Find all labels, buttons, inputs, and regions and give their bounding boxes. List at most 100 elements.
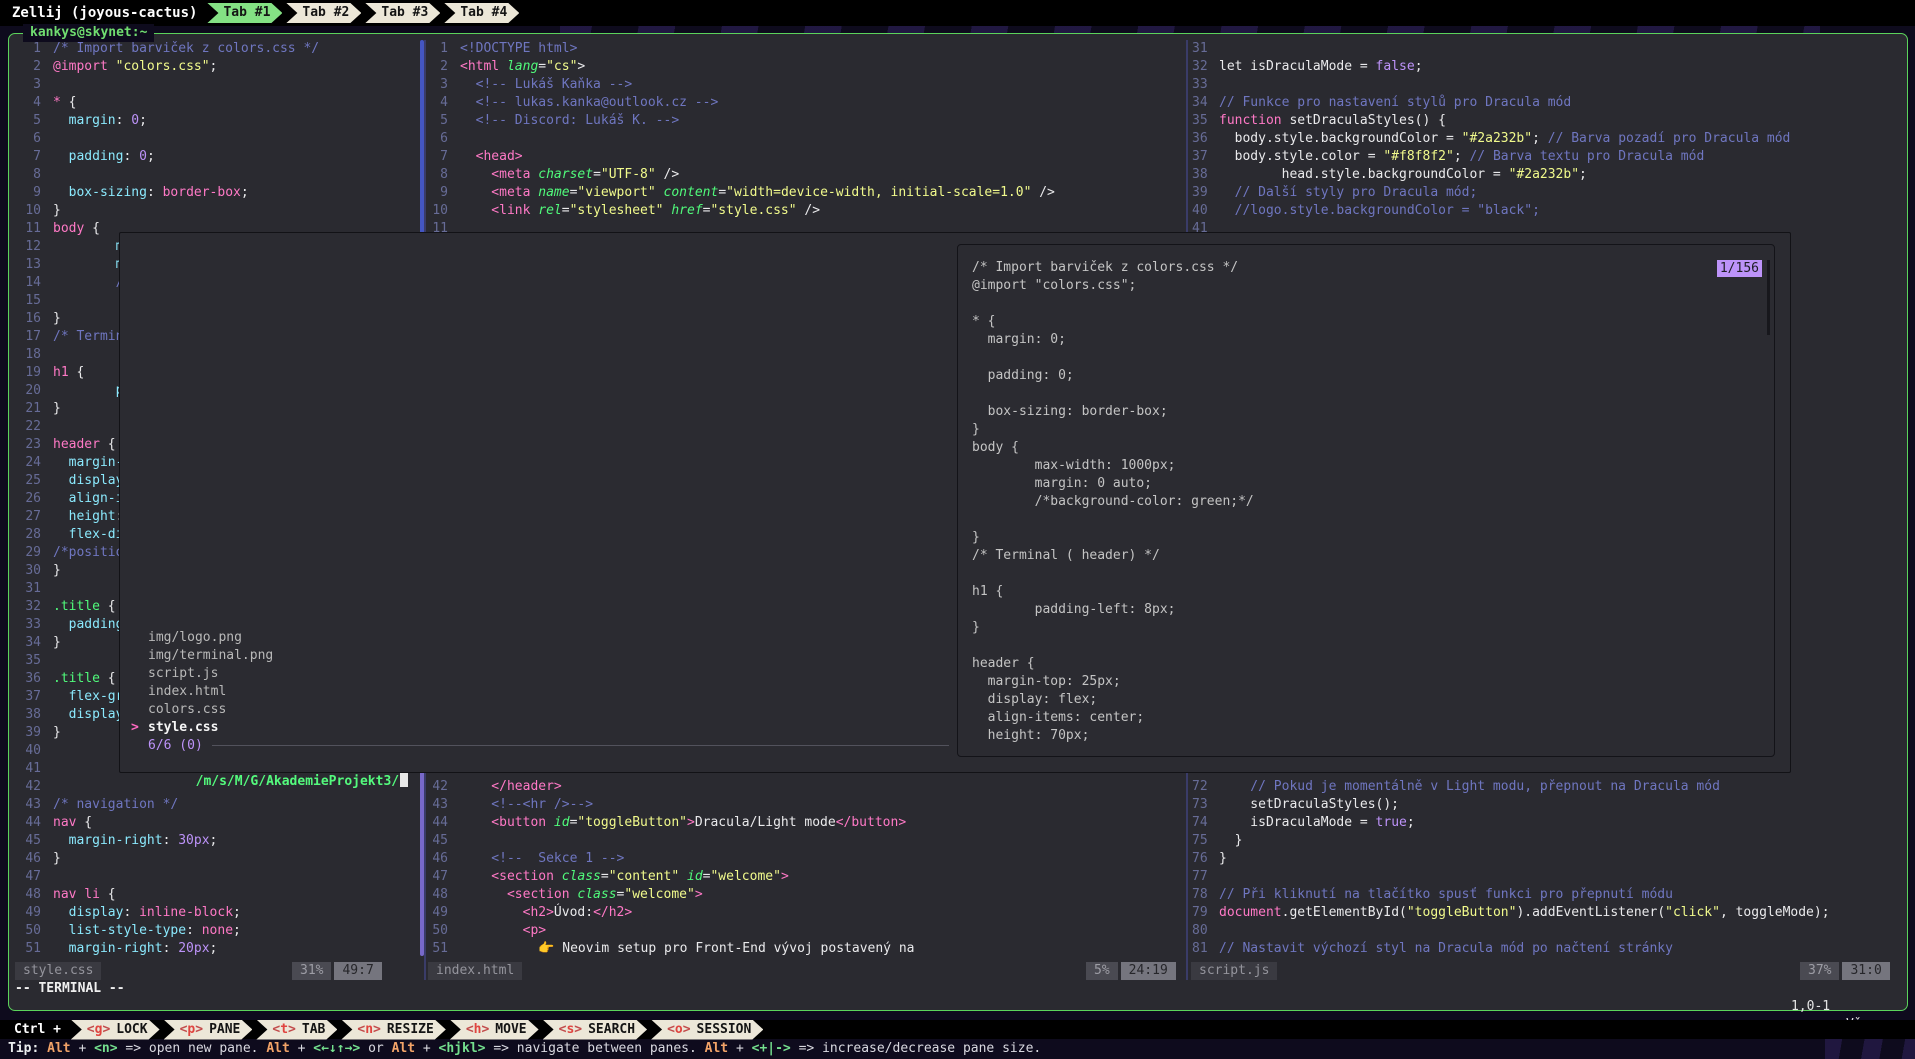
- code-line: 77: [1192, 868, 1904, 886]
- code-line: 8: [11, 166, 424, 184]
- preview-line: header {: [972, 655, 1254, 673]
- scroll-percent: 31%: [292, 962, 331, 980]
- line-number: 38: [1192, 166, 1207, 184]
- line-number: 34: [1192, 94, 1207, 112]
- code-line: 3: [11, 76, 424, 94]
- scrollbar-thumb[interactable]: [420, 40, 424, 240]
- line-number: 37: [1192, 148, 1207, 166]
- line-number: 4: [430, 94, 448, 112]
- line-number: 42: [430, 778, 448, 796]
- tab-tab-1[interactable]: Tab #1: [207, 3, 282, 23]
- code-line: 75 }: [1192, 832, 1904, 850]
- line-number: 43: [11, 796, 41, 814]
- line-number: 33: [1192, 76, 1207, 94]
- cursor-position: 49:7: [334, 962, 381, 980]
- statusline-filename: script.js: [1191, 962, 1277, 980]
- text-cursor: [400, 773, 408, 787]
- line-number: 31: [11, 580, 41, 598]
- code-line: 42 </header>: [430, 778, 1184, 796]
- code-line: 35function setDraculaStyles() {: [1192, 112, 1904, 130]
- line-number: 5: [430, 112, 448, 130]
- code-line: 32let isDraculaMode = false;: [1192, 58, 1904, 76]
- line-number: 51: [430, 940, 448, 958]
- list-item[interactable]: script.js: [120, 665, 940, 683]
- code-line: 81// Nastavit výchozí styl na Dracula mó…: [1192, 940, 1904, 958]
- line-number: 80: [1192, 922, 1207, 940]
- line-number: 29: [11, 544, 41, 562]
- code-line: 45 margin-right: 30px;: [11, 832, 424, 850]
- line-number: 6: [11, 130, 41, 148]
- preview-line: margin-top: 25px;: [972, 673, 1254, 691]
- list-item[interactable]: colors.css: [120, 701, 940, 719]
- code-line: 44nav {: [11, 814, 424, 832]
- list-item[interactable]: img/logo.png: [120, 629, 940, 647]
- code-line: 50 <p>: [430, 922, 1184, 940]
- fzf-match-counter: 6/6 (0): [148, 737, 203, 755]
- line-number: 73: [1192, 796, 1207, 814]
- preview-line: max-width: 1000px;: [972, 457, 1254, 475]
- code-line: 76}: [1192, 850, 1904, 868]
- tab-bar: Zellij (joyous-cactus) Tab #1Tab #2Tab #…: [0, 0, 1915, 26]
- line-number: 9: [430, 184, 448, 202]
- code-line: 74 isDraculaMode = true;: [1192, 814, 1904, 832]
- line-number: 75: [1192, 832, 1207, 850]
- code-line: 78// Při kliknutí na tlačítko spusť funk…: [1192, 886, 1904, 904]
- scroll-percent: 37%: [1800, 962, 1839, 980]
- code-line: 47 <section class="content" id="welcome"…: [430, 868, 1184, 886]
- fzf-prompt-input[interactable]: /m/s/M/G/AkademieProjekt3/: [133, 755, 408, 773]
- line-number: 47: [430, 868, 448, 886]
- line-number: 5: [11, 112, 41, 130]
- line-number: 40: [11, 742, 41, 760]
- line-number: 50: [430, 922, 448, 940]
- preview-scrollbar[interactable]: [1767, 260, 1770, 335]
- tab-tab-2[interactable]: Tab #2: [286, 3, 361, 23]
- tab-tab-3[interactable]: Tab #3: [365, 3, 440, 23]
- keybind-tab[interactable]: <t>TAB: [256, 1020, 337, 1040]
- line-number: 1: [430, 40, 448, 58]
- fzf-preview-window: 1/156 /* Import barviček z colors.css */…: [957, 244, 1775, 757]
- code-line: 43 <!--<hr />-->: [430, 796, 1184, 814]
- statusline-position: 31% 49:7: [292, 962, 382, 980]
- code-line: 44 <button id="toggleButton">Dracula/Lig…: [430, 814, 1184, 832]
- line-number: 39: [11, 724, 41, 742]
- line-number: 3: [430, 76, 448, 94]
- line-number: 7: [11, 148, 41, 166]
- keybind-lock[interactable]: <g>LOCK: [71, 1020, 160, 1040]
- tip-line: Tip: Alt + <n> => open new pane. Alt + <…: [8, 1040, 1041, 1058]
- preview-line: }: [972, 529, 1254, 547]
- keybind-move[interactable]: <h>MOVE: [450, 1020, 539, 1040]
- line-number: 78: [1192, 886, 1207, 904]
- keybind-session[interactable]: <o>SESSION: [651, 1020, 763, 1040]
- tab-tab-4[interactable]: Tab #4: [444, 3, 519, 23]
- line-number: 4: [11, 94, 41, 112]
- line-number: 2: [430, 58, 448, 76]
- code-line: 50 list-style-type: none;: [11, 922, 424, 940]
- line-number: 22: [11, 418, 41, 436]
- list-item[interactable]: img/terminal.png: [120, 647, 940, 665]
- line-number: 32: [11, 598, 41, 616]
- scroll-percent: 5%: [1086, 962, 1118, 980]
- keybind-search[interactable]: <s>SEARCH: [543, 1020, 647, 1040]
- preview-content: /* Import barviček z colors.css */@impor…: [972, 259, 1254, 745]
- preview-line: /* Terminal ( header) */: [972, 547, 1254, 565]
- line-number: 14: [11, 274, 41, 292]
- line-number: 16: [11, 310, 41, 328]
- keybind-resize[interactable]: <n>RESIZE: [341, 1020, 445, 1040]
- cursor-position: 24:19: [1121, 962, 1176, 980]
- ruler-position: 1,0-1: [1791, 999, 1830, 1014]
- scrollbar-thumb[interactable]: [420, 770, 424, 956]
- code-line: 40 //logo.style.backgroundColor = "black…: [1192, 202, 1904, 220]
- code-line: 33: [1192, 76, 1904, 94]
- list-item-selected[interactable]: >style.css: [120, 719, 940, 737]
- preview-line: * {: [972, 313, 1254, 331]
- line-number: 9: [11, 184, 41, 202]
- line-number: 26: [11, 490, 41, 508]
- keybind-pane[interactable]: <p>PANE: [164, 1020, 253, 1040]
- preview-line: h1 {: [972, 583, 1254, 601]
- code-line: 4* {: [11, 94, 424, 112]
- line-number: 79: [1192, 904, 1207, 922]
- code-line: 7 <head>: [430, 148, 1184, 166]
- code-line: 38 head.style.backgroundColor = "#2a232b…: [1192, 166, 1904, 184]
- list-item[interactable]: index.html: [120, 683, 940, 701]
- preview-line: box-sizing: border-box;: [972, 403, 1254, 421]
